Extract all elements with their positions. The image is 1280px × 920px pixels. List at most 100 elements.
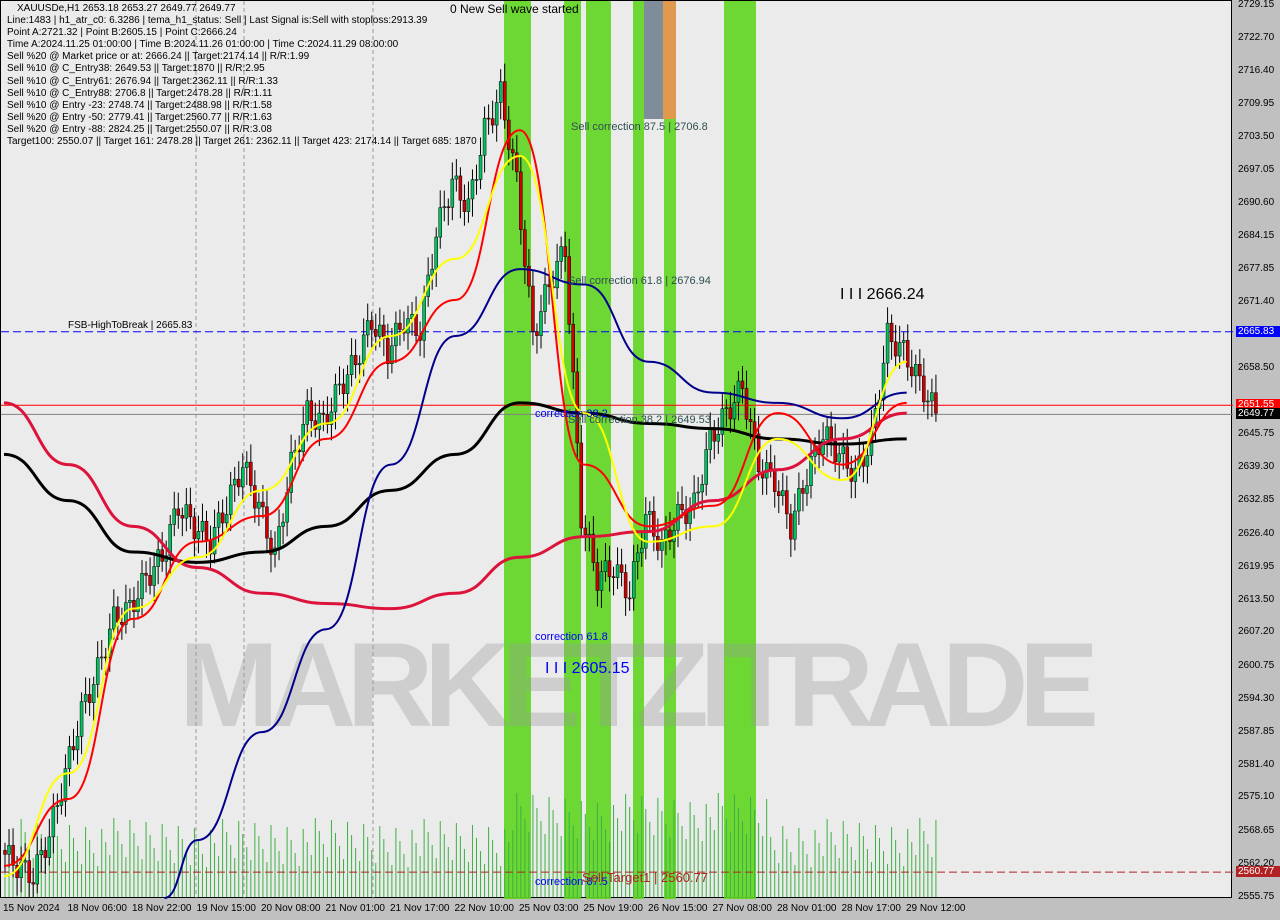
candle-body xyxy=(748,419,753,422)
candle-body xyxy=(172,508,177,525)
time-tick-label: 19 Nov 15:00 xyxy=(196,903,257,914)
candle xyxy=(777,480,781,514)
candle xyxy=(531,269,535,346)
candle xyxy=(132,586,136,628)
candle-body xyxy=(841,446,845,455)
candle xyxy=(623,564,628,616)
candle xyxy=(910,349,914,388)
price-tick-label: 2639.30 xyxy=(1238,461,1275,473)
candle xyxy=(797,472,801,525)
candle xyxy=(160,532,164,572)
candle-body xyxy=(708,428,712,450)
candle-body xyxy=(781,490,785,496)
candle-body xyxy=(71,746,76,751)
candle xyxy=(325,396,330,434)
candle-body xyxy=(603,560,608,572)
candle-body xyxy=(345,374,350,394)
candle-body xyxy=(724,407,729,409)
candle xyxy=(434,227,438,288)
point-c-label: I I I 2666.24 xyxy=(840,286,925,303)
candle xyxy=(700,474,704,510)
candle-body xyxy=(482,117,487,156)
candle xyxy=(196,515,201,554)
candle xyxy=(200,503,205,543)
candle xyxy=(901,332,906,361)
candle xyxy=(402,311,406,342)
candle-body xyxy=(934,392,938,414)
candle-body xyxy=(232,478,237,486)
candle-body xyxy=(305,400,309,425)
candle xyxy=(192,507,197,557)
candle xyxy=(619,548,624,587)
candle-body xyxy=(805,485,809,494)
candle-body xyxy=(744,388,749,420)
candle xyxy=(474,164,479,195)
candle-body xyxy=(386,338,390,364)
candle-body xyxy=(236,478,241,488)
indicator-info-panel: XAUUSDe,H1 2653.18 2653.27 2649.77 2649.… xyxy=(7,3,477,148)
price-tick-label: 2645.75 xyxy=(1238,428,1275,440)
candle-body xyxy=(543,284,547,312)
candle xyxy=(781,472,785,506)
candle-body xyxy=(357,363,362,366)
candle-body xyxy=(438,207,442,238)
signal-band xyxy=(633,1,644,899)
candle-body xyxy=(801,488,805,494)
candle xyxy=(353,339,358,379)
info-line: Sell %10 @ C_Entry38: 2649.53 || Target:… xyxy=(7,63,265,75)
time-tick-label: 21 Nov 01:00 xyxy=(325,903,386,914)
candle-body xyxy=(257,501,261,509)
candle-body xyxy=(611,576,616,578)
info-line: Sell %20 @ Entry -50: 2779.41 || Target:… xyxy=(7,111,272,123)
candle-body xyxy=(498,81,503,103)
candle-body xyxy=(893,341,898,357)
candle-body xyxy=(35,854,39,885)
price-tick-label: 2716.40 xyxy=(1238,64,1275,76)
candle-body xyxy=(825,426,829,440)
candle xyxy=(265,490,269,552)
candle xyxy=(241,453,245,503)
candle xyxy=(498,69,503,120)
candle xyxy=(398,309,402,346)
candle-body xyxy=(374,329,378,337)
candle xyxy=(236,461,241,496)
candle-body xyxy=(865,455,870,467)
candle-body xyxy=(559,246,563,262)
candle-body xyxy=(623,572,628,599)
candle-body xyxy=(490,118,495,126)
time-tick-label: 18 Nov 06:00 xyxy=(67,903,128,914)
candle xyxy=(390,327,394,374)
candle-body xyxy=(51,806,56,838)
candle xyxy=(51,793,56,854)
candle xyxy=(253,470,257,523)
candle-body xyxy=(595,562,600,591)
candle-body xyxy=(136,598,140,612)
time-tick-label: 29 Nov 12:00 xyxy=(906,903,966,914)
candle xyxy=(120,607,124,640)
candle-body xyxy=(196,530,201,540)
candle-body xyxy=(261,501,265,508)
candle-body xyxy=(502,81,507,121)
price-tick-label: 2677.85 xyxy=(1238,262,1275,274)
candle-body xyxy=(555,261,559,289)
candle xyxy=(793,493,797,551)
candle-body xyxy=(716,433,721,442)
candle-body xyxy=(67,746,72,769)
info-line: Time A:2024.11.25 01:00:00 | Time B:2024… xyxy=(7,39,399,51)
candle-body xyxy=(333,384,338,413)
candle xyxy=(43,837,48,874)
candle xyxy=(152,552,156,602)
candle-body xyxy=(79,701,84,737)
candle-body xyxy=(704,449,708,485)
candle xyxy=(91,676,96,721)
time-tick-label: 15 Nov 2024 xyxy=(3,903,60,914)
candle xyxy=(922,358,926,413)
price-tick-label: 2626.40 xyxy=(1238,527,1275,539)
signal-band xyxy=(586,1,611,899)
price-tick-label: 2594.30 xyxy=(1238,692,1275,704)
candle-body xyxy=(398,322,402,330)
candle xyxy=(692,475,696,519)
candle-body xyxy=(885,322,890,364)
candle xyxy=(180,507,185,537)
candle xyxy=(490,100,495,134)
